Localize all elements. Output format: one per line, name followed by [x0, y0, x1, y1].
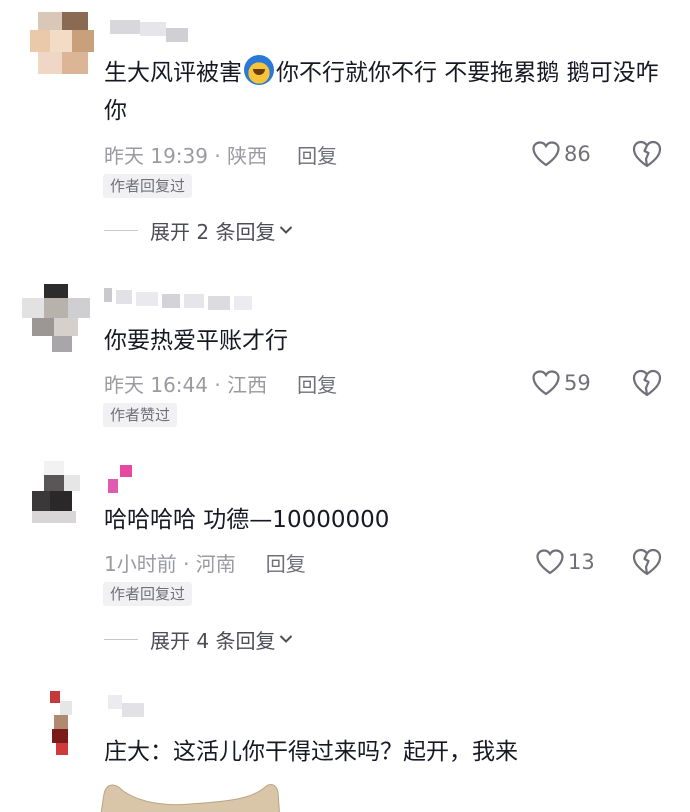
- username[interactable]: [104, 288, 254, 310]
- time-location: 昨天 19:39 · 陕西: [104, 143, 268, 168]
- comment-meta: 1小时前 · 河南 回复: [104, 548, 306, 577]
- comment-meta: 昨天 16:44 · 江西 回复: [104, 369, 337, 398]
- like-count: 59: [564, 371, 591, 395]
- chevron-down-icon: [280, 635, 293, 643]
- heart-outline-icon: [536, 549, 564, 575]
- reply-button[interactable]: 回复: [297, 369, 337, 398]
- broken-heart-icon[interactable]: [632, 368, 662, 398]
- comment-item: 生大风评被害 你不行就你不行 不要拖累鹅 鹅可没咋你 昨天 19:39 · 陕西 …: [0, 0, 690, 260]
- chevron-down-icon: [280, 226, 293, 234]
- divider: [104, 638, 138, 640]
- like-count: 13: [568, 550, 595, 574]
- avatar[interactable]: [28, 461, 86, 523]
- comment-item: 哈哈哈哈 功德—10000000 1小时前 · 河南 回复 13 作者回复过 展…: [0, 455, 690, 665]
- username[interactable]: [108, 465, 138, 495]
- like-button[interactable]: 13: [536, 547, 595, 577]
- sticker-image[interactable]: [100, 780, 280, 812]
- like-button[interactable]: 59: [532, 368, 591, 398]
- comment-item: 你要热爱平账才行 昨天 16:44 · 江西 回复 59 作者赞过: [0, 270, 690, 450]
- username[interactable]: [108, 695, 148, 717]
- divider: [104, 229, 138, 231]
- reply-button[interactable]: 回复: [297, 140, 337, 169]
- avatar[interactable]: [22, 284, 90, 354]
- author-liked-badge: 作者赞过: [103, 403, 178, 427]
- author-replied-badge: 作者回复过: [103, 582, 193, 606]
- author-replied-badge: 作者回复过: [103, 174, 193, 198]
- expand-replies-label: 展开 2 条回复: [150, 219, 276, 244]
- broken-heart-icon[interactable]: [632, 547, 662, 577]
- crying-laughing-emoji-icon: [244, 55, 274, 85]
- expand-replies-button[interactable]: 展开 4 条回复: [104, 626, 293, 653]
- comment-text: 生大风评被害 你不行就你不行 不要拖累鹅 鹅可没咋你: [104, 54, 664, 130]
- comment-text: 庄大：这活儿你干得过来吗？起开，我来: [104, 739, 518, 765]
- avatar[interactable]: [36, 691, 86, 765]
- username[interactable]: [110, 20, 190, 42]
- expand-replies-label: 展开 4 条回复: [150, 628, 276, 653]
- like-button[interactable]: 86: [532, 139, 591, 169]
- time-location: 昨天 16:44 · 江西: [104, 372, 268, 397]
- reply-button[interactable]: 回复: [266, 548, 306, 577]
- like-count: 86: [564, 142, 591, 166]
- time-location: 1小时前 · 河南: [104, 551, 236, 576]
- comment-meta: 昨天 19:39 · 陕西 回复: [104, 140, 337, 169]
- comment-text: 你要热爱平账才行: [104, 328, 288, 354]
- broken-heart-icon[interactable]: [632, 139, 662, 169]
- heart-outline-icon: [532, 141, 560, 167]
- comment-text: 哈哈哈哈 功德—10000000: [104, 507, 390, 533]
- heart-outline-icon: [532, 370, 560, 396]
- expand-replies-button[interactable]: 展开 2 条回复: [104, 217, 293, 244]
- avatar[interactable]: [30, 12, 96, 78]
